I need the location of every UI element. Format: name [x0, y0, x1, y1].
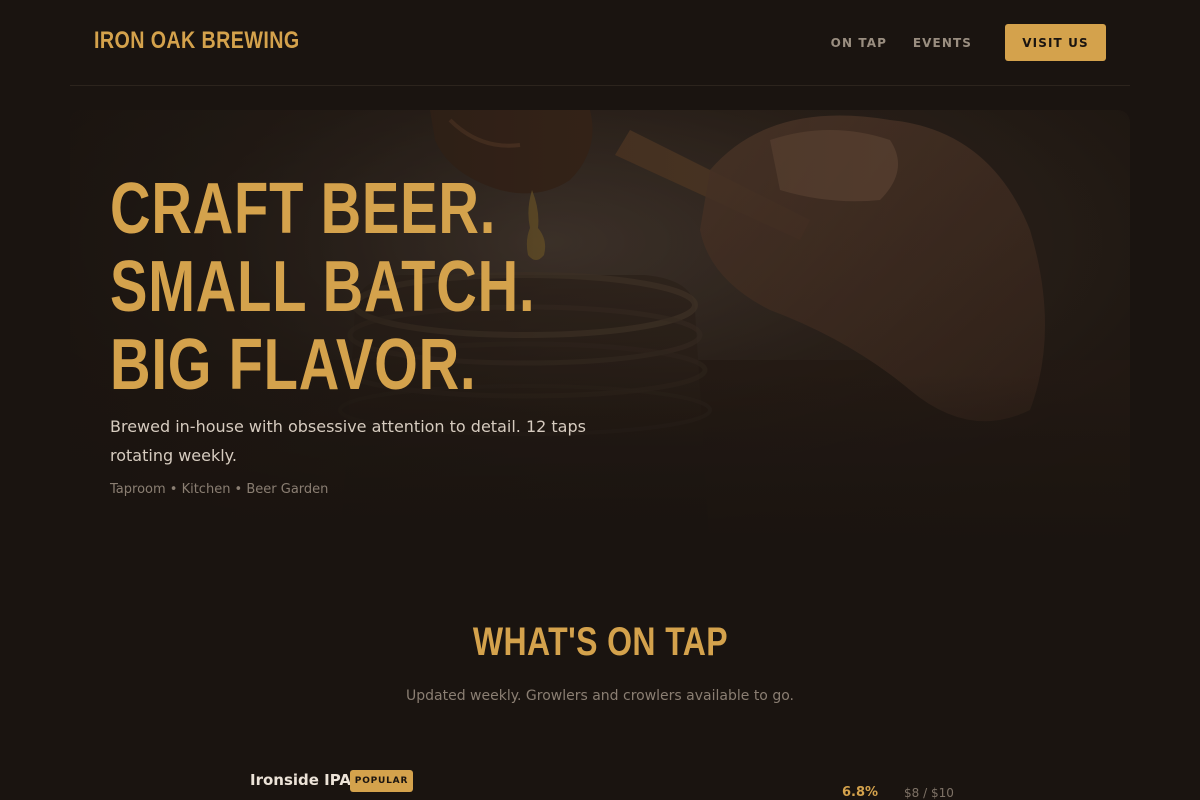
hero-headline-line: SMALL BATCH. [110, 247, 536, 327]
visit-us-button[interactable]: VISIT US [1005, 24, 1106, 61]
popular-badge: POPULAR [350, 770, 413, 792]
beer-price: $8 / $10 [904, 786, 954, 800]
beer-list-item[interactable]: Ironside IPA POPULAR 6.8% $8 / $10 [250, 768, 954, 800]
site-header: IRON OAK BREWING ON TAP EVENTS VISIT US [70, 0, 1130, 86]
nav-link-events[interactable]: EVENTS [913, 36, 972, 50]
hero-banner: CRAFT BEER. SMALL BATCH. BIG FLAVOR. Bre… [70, 110, 1130, 550]
brand-logo[interactable]: IRON OAK BREWING [94, 27, 300, 55]
hero-meta: Taproom • Kitchen • Beer Garden [110, 482, 329, 497]
nav-link-on-tap[interactable]: ON TAP [831, 36, 887, 50]
section-title-text: WHAT'S ON TAP [472, 620, 728, 664]
beer-abv: 6.8% [842, 785, 879, 800]
section-subtitle: Updated weekly. Growlers and crowlers av… [406, 688, 794, 704]
hero-headline-line: CRAFT BEER. [110, 169, 497, 249]
hero-description: Brewed in-house with obsessive attention… [110, 417, 586, 465]
hero-headline: CRAFT BEER. SMALL BATCH. BIG FLAVOR. [110, 170, 535, 404]
beer-name: Ironside IPA [250, 771, 351, 789]
hero-headline-line: BIG FLAVOR. [110, 325, 477, 405]
section-title: WHAT'S ON TAP [0, 620, 1200, 665]
